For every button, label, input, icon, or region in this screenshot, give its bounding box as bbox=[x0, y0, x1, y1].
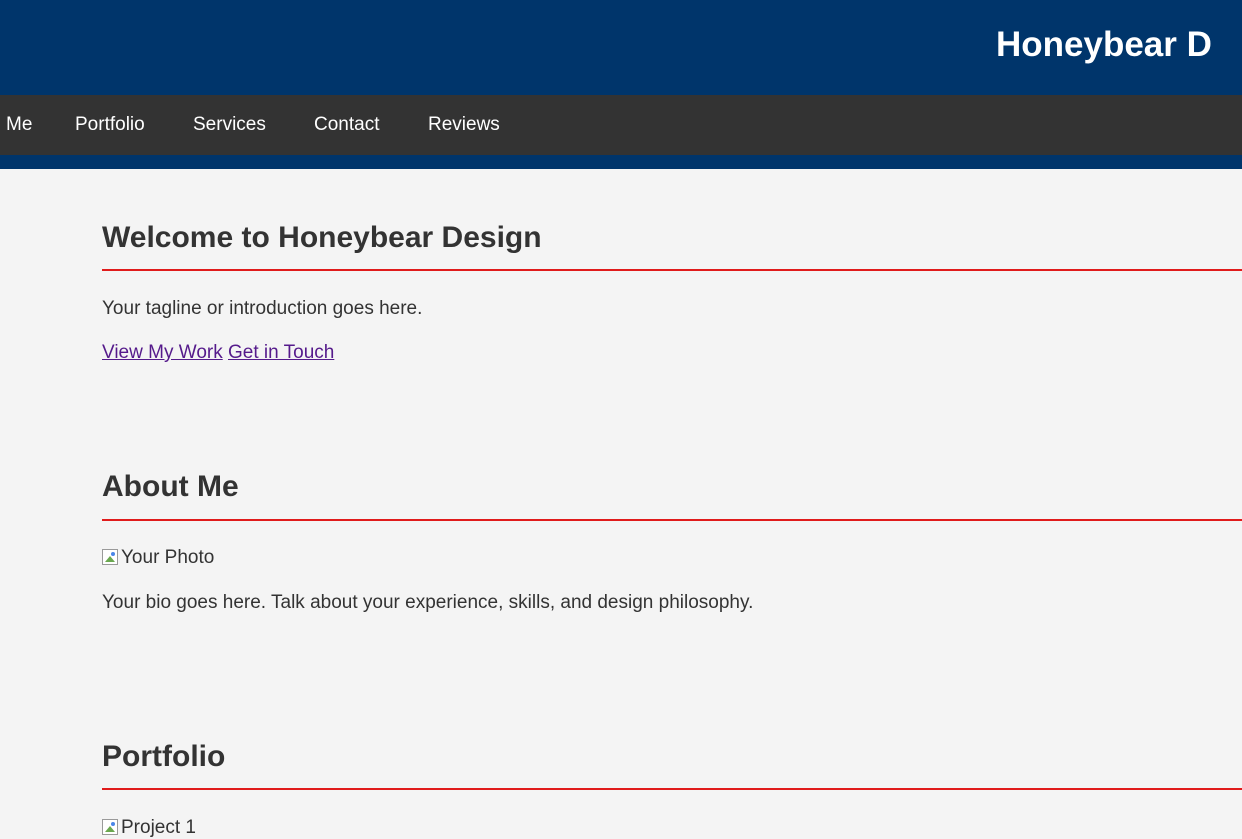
broken-image-icon bbox=[102, 819, 118, 835]
portfolio-title: Portfolio bbox=[102, 740, 226, 773]
nav-item-about[interactable]: Me bbox=[6, 95, 32, 155]
about-photo: Your Photo bbox=[102, 546, 214, 570]
nav-item-reviews[interactable]: Reviews bbox=[428, 95, 500, 155]
section-divider bbox=[102, 788, 1242, 790]
hero-cta-row: View My Work Get in Touch bbox=[102, 341, 334, 365]
main-content: Welcome to Honeybear Design Your tagline… bbox=[102, 169, 1242, 839]
about-photo-alt: Your Photo bbox=[121, 547, 215, 568]
nav-item-contact[interactable]: Contact bbox=[314, 95, 379, 155]
project-1-image[interactable]: Project 1 bbox=[102, 816, 196, 839]
site-header: Honeybear D Me Portfolio Services Contac… bbox=[0, 0, 1242, 169]
site-title: Honeybear D bbox=[996, 25, 1212, 64]
project-1-alt: Project 1 bbox=[121, 817, 196, 838]
hero-tagline: Your tagline or introduction goes here. bbox=[102, 298, 423, 319]
section-divider bbox=[102, 519, 1242, 521]
view-my-work-link[interactable]: View My Work bbox=[102, 342, 223, 363]
nav-item-services[interactable]: Services bbox=[193, 95, 266, 155]
about-bio: Your bio goes here. Talk about your expe… bbox=[102, 592, 754, 613]
get-in-touch-link[interactable]: Get in Touch bbox=[228, 342, 334, 363]
about-title: About Me bbox=[102, 470, 239, 503]
main-nav: Me Portfolio Services Contact Reviews bbox=[0, 95, 1242, 155]
section-divider bbox=[102, 269, 1242, 271]
hero-title: Welcome to Honeybear Design bbox=[102, 221, 542, 254]
nav-item-portfolio[interactable]: Portfolio bbox=[75, 95, 145, 155]
broken-image-icon bbox=[102, 549, 118, 565]
